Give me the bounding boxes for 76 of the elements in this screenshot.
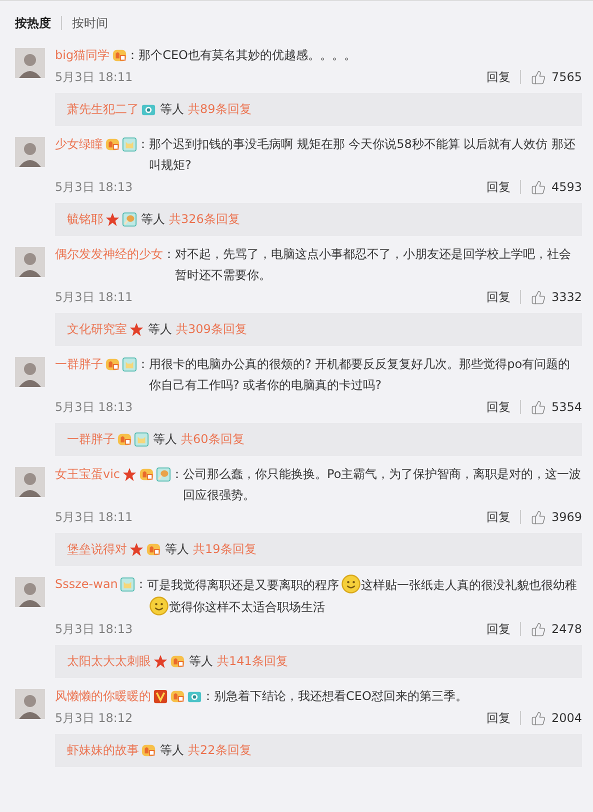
colon: ： xyxy=(171,466,184,483)
comment-time: 5月3日 18:12 xyxy=(55,710,134,726)
comment-text: 用很卡的电脑办公真的很烦的? 开机都要反反复复好几次。那些觉得po有问题的你自己有工作吗? 或者你的电脑真的卡过吗? xyxy=(149,357,570,392)
thumbs-up-icon xyxy=(531,180,546,194)
thumbs-up-icon xyxy=(531,710,546,726)
thumbs-up-icon xyxy=(531,400,546,414)
drumstick-badge-icon xyxy=(122,212,137,227)
star-badge-icon xyxy=(129,322,144,337)
camera-badge-icon xyxy=(141,102,156,117)
reply-link[interactable]: 回复 xyxy=(486,508,510,526)
drumstick-badge-icon xyxy=(156,467,172,482)
like-button[interactable]: 2478 xyxy=(531,622,582,636)
reply-thread-summary[interactable]: 文化研究室 等人 共309条回复 xyxy=(55,313,582,346)
reply-thread-summary[interactable]: 太阳太大太刺眼 等人 共141条回复 xyxy=(55,645,582,678)
thumbs-up-icon xyxy=(531,70,546,84)
colon: ： xyxy=(163,246,175,263)
reply-link[interactable]: 回复 xyxy=(486,288,510,306)
like-button[interactable]: 2004 xyxy=(531,710,582,726)
smiley-icon xyxy=(148,596,169,616)
reply-link[interactable]: 回复 xyxy=(486,398,510,416)
reply-thread-summary[interactable]: 毓铭耶 等人 共326条回复 xyxy=(55,203,582,236)
avatar[interactable] xyxy=(15,577,45,607)
sort-tab[interactable]: 按热度 xyxy=(15,14,51,32)
cat-badge-icon xyxy=(122,137,137,152)
colon: ： xyxy=(126,47,139,64)
avatar[interactable] xyxy=(15,247,45,277)
like-button[interactable]: 3332 xyxy=(531,290,582,304)
reply-link[interactable]: 回复 xyxy=(486,68,510,86)
reply-thread-summary[interactable]: 虾妹妹的故事 等人 共22条回复 xyxy=(55,734,582,767)
reply-thread-summary[interactable]: 一群胖子 等人 共60条回复 xyxy=(55,423,582,456)
comment-time: 5月3日 18:11 xyxy=(55,68,134,86)
avatar[interactable] xyxy=(15,48,45,78)
sort-tab[interactable]: 按时间 xyxy=(72,14,108,32)
camera-badge-icon xyxy=(187,689,202,704)
star-badge-icon xyxy=(105,212,120,227)
star-badge-icon xyxy=(122,467,138,482)
thumbs-up-icon xyxy=(531,622,546,636)
comment-time: 5月3日 18:11 xyxy=(55,288,134,306)
comment-text: 对不起，先骂了，电脑这点小事都忍不了，小朋友还是回学校上学吧，社会暂时还不需要你。 xyxy=(175,247,571,282)
like-button[interactable]: 4593 xyxy=(531,180,582,194)
comment-text: 这样贴一张纸走人真的很没礼貌也很幼稚 xyxy=(360,578,577,592)
reply-link[interactable]: 回复 xyxy=(486,178,510,196)
like-button[interactable]: 5354 xyxy=(531,400,582,414)
comment-text: 别急着下结论，我还想看CEO怼回来的第三季。 xyxy=(214,689,468,703)
cat-badge-icon xyxy=(120,577,135,592)
comment-text: 那个CEO也有莫名其妙的优越感。。。。 xyxy=(138,48,356,62)
thumbs-up-icon xyxy=(531,510,546,524)
avatar[interactable] xyxy=(15,357,45,387)
comment-time: 5月3日 18:13 xyxy=(55,398,134,416)
star-badge-icon xyxy=(153,654,168,669)
colon: ： xyxy=(134,576,147,593)
cat-badge-icon xyxy=(122,357,137,372)
comment-text: 可是我觉得离职还是又要离职的程序 xyxy=(146,578,339,592)
colon: ： xyxy=(137,356,149,373)
avatar[interactable] xyxy=(15,137,45,167)
vip-badge-icon xyxy=(153,689,168,704)
like-button[interactable]: 7565 xyxy=(531,70,582,84)
colon: ： xyxy=(202,688,214,705)
comment-time: 5月3日 18:13 xyxy=(55,178,134,196)
star-badge-icon xyxy=(129,542,144,557)
reply-thread-summary[interactable]: 堡垒说得对 等人 共19条回复 xyxy=(55,533,582,566)
colon: ： xyxy=(137,136,149,153)
smiley-icon xyxy=(340,574,361,594)
comment-time: 5月3日 18:11 xyxy=(55,508,134,526)
avatar[interactable] xyxy=(15,689,45,719)
comment-text: 觉得你这样不太适合职场生活 xyxy=(168,600,325,614)
reply-thread-summary[interactable]: 萧先生犯二了 等人 共89条回复 xyxy=(55,93,582,126)
cat-badge-icon xyxy=(134,432,149,447)
avatar[interactable] xyxy=(15,467,45,497)
thumbs-up-icon xyxy=(531,290,546,304)
comment-text: 那个迟到扣钱的事没毛病啊 规矩在那 今天你说58秒不能算 以后就有人效仿 那还叫规矩? xyxy=(149,137,576,172)
reply-link[interactable]: 回复 xyxy=(486,710,510,726)
comment-text: 公司那么蠢，你只能换换。Po主霸气，为了保护智商，离职是对的，这一波回应很强势。 xyxy=(183,467,582,502)
reply-link[interactable]: 回复 xyxy=(486,620,510,638)
comment-time: 5月3日 18:13 xyxy=(55,620,134,638)
like-button[interactable]: 3969 xyxy=(531,510,582,524)
